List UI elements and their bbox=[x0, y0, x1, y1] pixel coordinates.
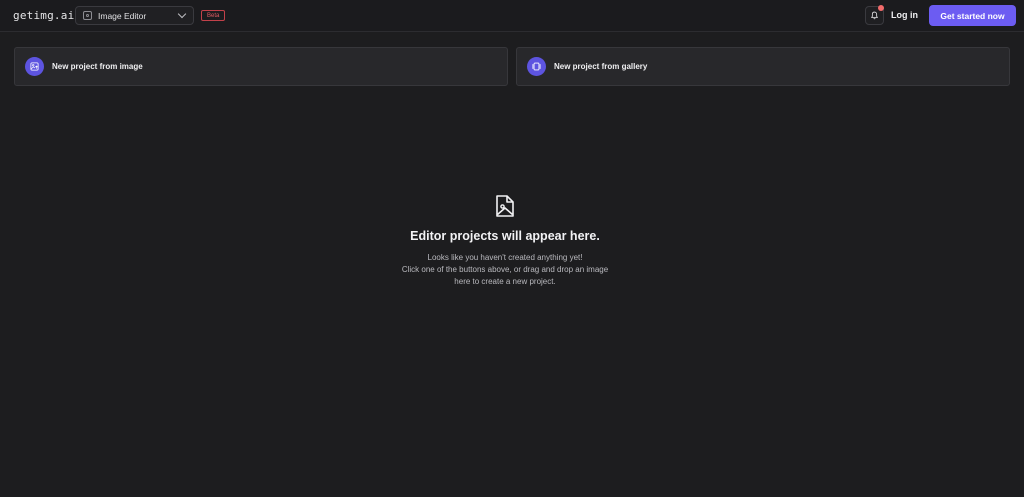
file-image-icon bbox=[496, 195, 514, 217]
card-label: New project from gallery bbox=[554, 62, 648, 71]
new-project-from-image-card[interactable]: New project from image bbox=[14, 47, 508, 86]
empty-state-line: here to create a new project. bbox=[454, 277, 556, 286]
empty-state-line: Looks like you haven't created anything … bbox=[427, 253, 583, 262]
app-root: getimg.ai Image Editor Beta Log in Get s… bbox=[0, 0, 1024, 497]
empty-state-title: Editor projects will appear here. bbox=[410, 229, 600, 243]
login-link[interactable]: Log in bbox=[891, 10, 918, 20]
empty-state-line: Click one of the buttons above, or drag … bbox=[401, 265, 609, 274]
gallery-icon bbox=[532, 62, 541, 71]
tool-select-dropdown[interactable]: Image Editor bbox=[75, 6, 194, 25]
top-header: getimg.ai Image Editor Beta Log in Get s… bbox=[0, 0, 1024, 32]
bell-icon bbox=[871, 11, 878, 20]
image-upload-icon bbox=[30, 62, 39, 71]
gallery-icon-wrap bbox=[527, 57, 546, 76]
notification-dot bbox=[878, 5, 884, 11]
card-label: New project from image bbox=[52, 62, 143, 71]
tool-select-label: Image Editor bbox=[98, 10, 147, 21]
logo[interactable]: getimg.ai bbox=[13, 9, 74, 22]
beta-badge: Beta bbox=[201, 10, 226, 21]
new-project-from-gallery-card[interactable]: New project from gallery bbox=[516, 47, 1010, 86]
get-started-button[interactable]: Get started now bbox=[929, 5, 1016, 26]
image-editor-icon bbox=[83, 11, 92, 20]
chevron-down-icon bbox=[177, 9, 187, 19]
image-upload-icon-wrap bbox=[25, 57, 44, 76]
